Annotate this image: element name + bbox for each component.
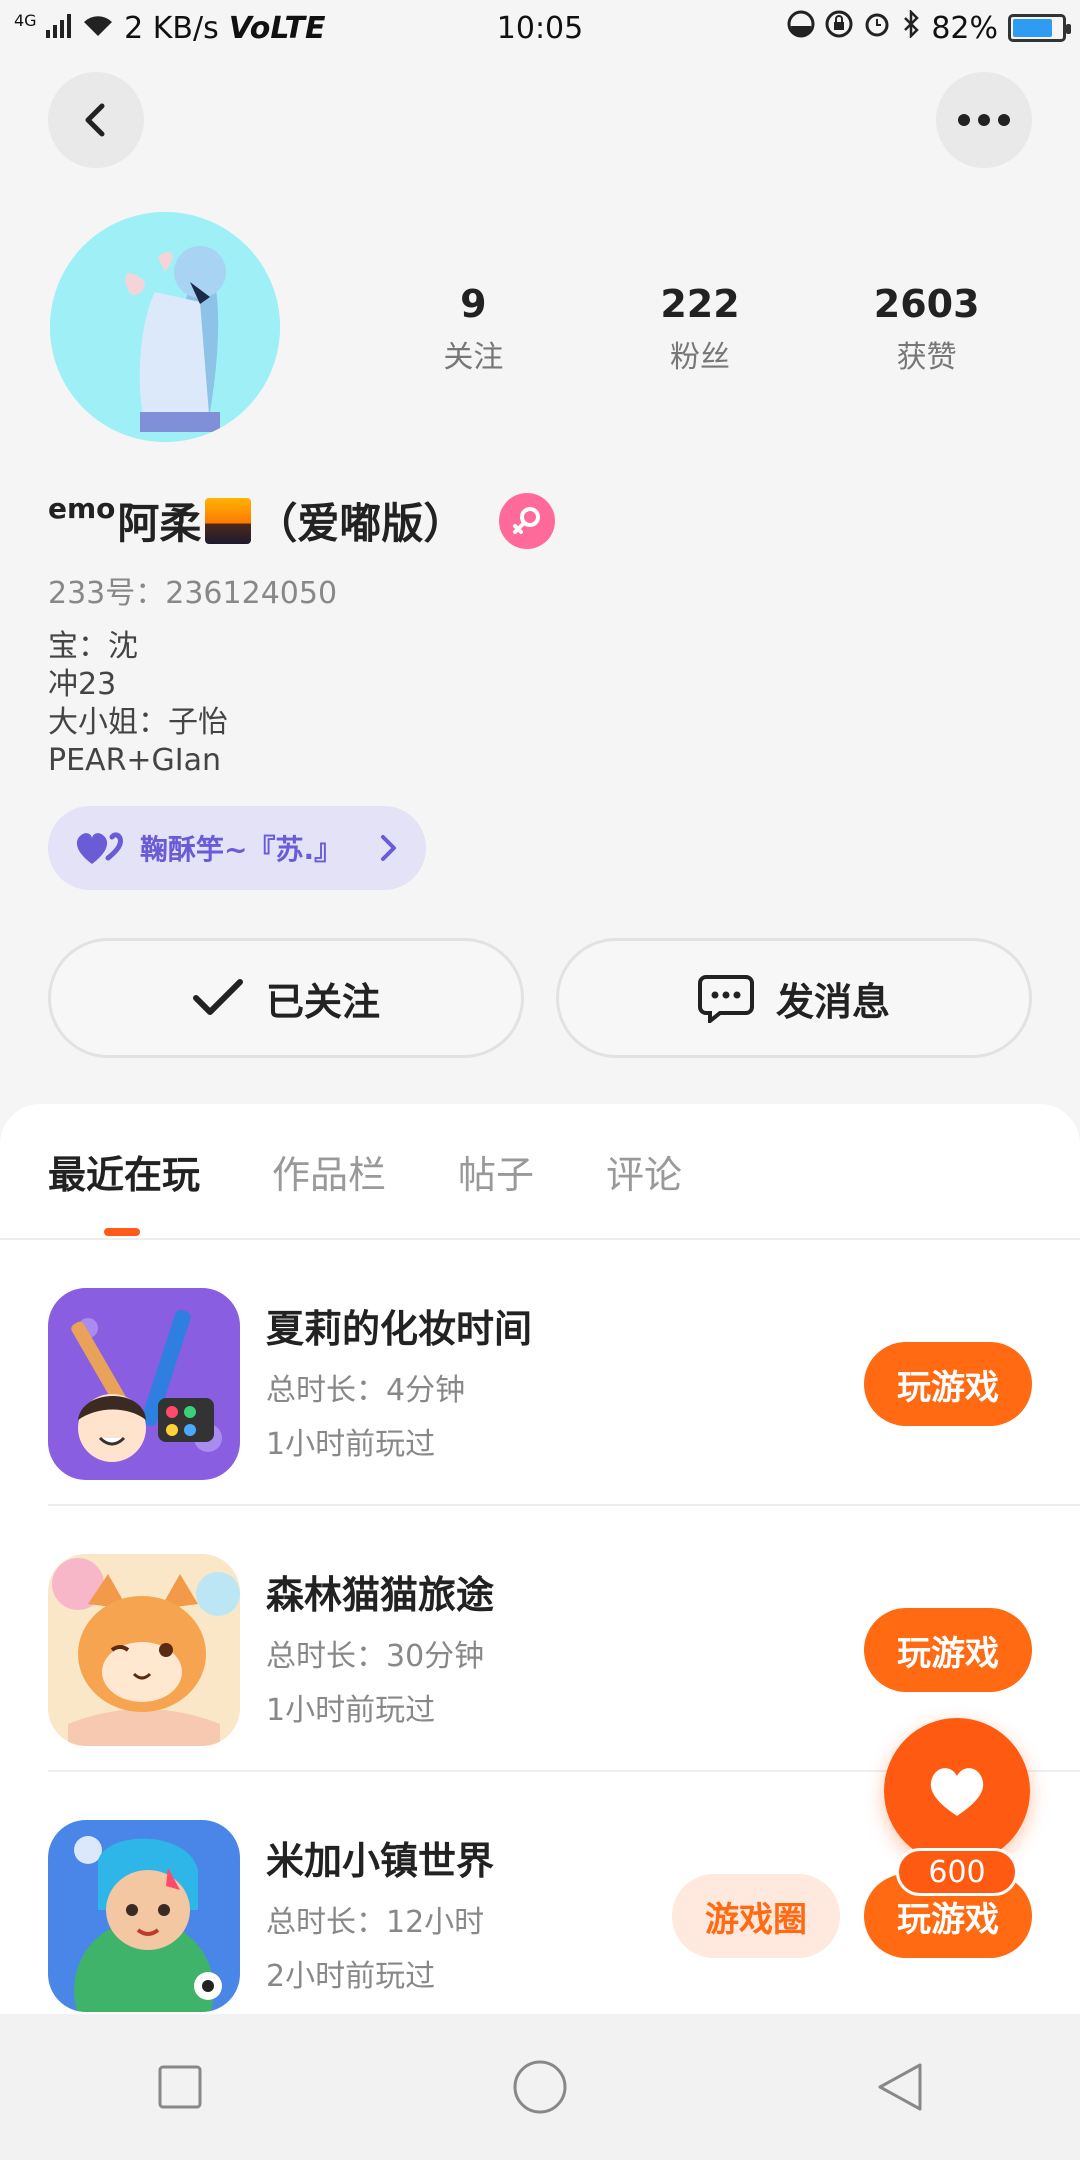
chevron-right-icon bbox=[381, 835, 396, 861]
tab-recently-played[interactable]: 最近在玩 bbox=[48, 1144, 200, 1199]
double-heart-icon bbox=[76, 832, 123, 864]
rotation-lock-icon bbox=[825, 10, 853, 46]
female-gender-icon bbox=[499, 492, 556, 549]
user-id: 233号：236124050 bbox=[48, 576, 338, 611]
nickname-main: 阿柔 bbox=[117, 499, 202, 548]
chevron-left-icon bbox=[85, 103, 105, 137]
like-fab-button[interactable] bbox=[884, 1718, 1030, 1864]
network-speed: 2 KB/s bbox=[124, 10, 219, 46]
game-icon-miga-town bbox=[48, 1820, 240, 2012]
followed-label: 已关注 bbox=[265, 979, 380, 1024]
stat-label: 获赞 bbox=[896, 340, 957, 375]
tab-posts[interactable]: 帖子 bbox=[458, 1144, 534, 1199]
stat-value: 222 bbox=[660, 282, 740, 326]
sunset-emoji-icon bbox=[205, 497, 252, 544]
game-icon-makeup bbox=[48, 1288, 240, 1480]
back-button[interactable] bbox=[48, 72, 144, 168]
profile-tabs: 最近在玩 作品栏 帖子 评论 bbox=[0, 1104, 1080, 1240]
cp-relation-chip[interactable]: 鞠酥竽~『苏.』 bbox=[48, 806, 426, 890]
chat-bubble-icon bbox=[697, 975, 754, 1023]
system-nav-bar bbox=[0, 2014, 1080, 2160]
bio-line: 冲23 bbox=[48, 667, 117, 702]
circle-icon bbox=[513, 2060, 567, 2114]
last-played: 2小时前玩过 bbox=[266, 1959, 436, 1994]
play-duration: 总时长：4分钟 bbox=[266, 1373, 466, 1408]
active-tab-indicator bbox=[104, 1228, 140, 1236]
chip-label: 鞠酥竽~『苏.』 bbox=[140, 833, 343, 866]
send-message-label: 发消息 bbox=[775, 979, 890, 1024]
play-game-button[interactable]: 玩游戏 bbox=[864, 1608, 1032, 1692]
alarm-icon bbox=[863, 10, 891, 46]
profile-stats: 9 关注 222 粉丝 2603 获赞 bbox=[360, 282, 1040, 376]
bio-line: 大小姐：子怡 bbox=[48, 705, 228, 740]
play-duration: 总时长：12小时 bbox=[266, 1905, 485, 1940]
heart-icon bbox=[930, 1768, 984, 1816]
stat-value: 9 bbox=[460, 282, 487, 326]
play-game-button[interactable]: 玩游戏 bbox=[864, 1342, 1032, 1426]
recents-button[interactable] bbox=[140, 2047, 220, 2127]
stat-likes[interactable]: 2603 获赞 bbox=[837, 282, 1017, 376]
bluetooth-icon bbox=[901, 8, 921, 46]
battery-icon bbox=[1008, 14, 1071, 42]
stat-followers[interactable]: 222 粉丝 bbox=[610, 282, 790, 376]
game-info: 米加小镇世界 总时长：12小时 2小时前玩过 bbox=[266, 1830, 494, 1995]
back-nav-button[interactable] bbox=[860, 2047, 940, 2127]
game-row[interactable]: 夏莉的化妆时间 总时长：4分钟 1小时前玩过 玩游戏 bbox=[48, 1240, 1080, 1506]
play-duration: 总时长：30分钟 bbox=[266, 1639, 485, 1674]
game-title: 森林猫猫旅途 bbox=[266, 1573, 495, 1617]
tab-comments[interactable]: 评论 bbox=[606, 1144, 682, 1199]
stat-following[interactable]: 9 关注 bbox=[383, 282, 563, 376]
check-icon bbox=[192, 979, 243, 1015]
status-bar: 4G 2 KB/s VoLTE 10:05 82% bbox=[0, 0, 1080, 56]
wifi-icon bbox=[82, 11, 114, 46]
followed-button[interactable]: 已关注 bbox=[48, 938, 524, 1058]
square-icon bbox=[158, 2065, 202, 2109]
nickname-prefix: emo bbox=[48, 492, 116, 525]
stat-label: 粉丝 bbox=[669, 340, 730, 375]
avatar-illustration bbox=[50, 212, 280, 442]
last-played: 1小时前玩过 bbox=[266, 1693, 436, 1728]
tab-works[interactable]: 作品栏 bbox=[272, 1144, 386, 1199]
signal-icon: 4G bbox=[14, 11, 72, 46]
game-circle-button[interactable]: 游戏圈 bbox=[672, 1874, 840, 1958]
like-count-badge: 600 bbox=[896, 1848, 1018, 1896]
nickname: emo 阿柔 （爱嘟版） bbox=[48, 490, 556, 551]
nickname-suffix: （爱嘟版） bbox=[255, 499, 466, 548]
game-info: 夏莉的化妆时间 总时长：4分钟 1小时前玩过 bbox=[266, 1298, 532, 1463]
more-dots-icon bbox=[958, 114, 1010, 126]
triangle-back-icon bbox=[878, 2063, 922, 2111]
more-options-button[interactable] bbox=[936, 72, 1032, 168]
game-title: 夏莉的化妆时间 bbox=[266, 1307, 533, 1351]
do-not-disturb-icon bbox=[787, 10, 815, 46]
stat-label: 关注 bbox=[443, 340, 504, 375]
battery-percent: 82% bbox=[931, 10, 998, 46]
bio-line: 宝：沈 bbox=[48, 629, 138, 664]
stat-value: 2603 bbox=[873, 282, 980, 326]
home-button[interactable] bbox=[500, 2047, 580, 2127]
bio-line: PEAR+GIan bbox=[48, 743, 222, 778]
game-info: 森林猫猫旅途 总时长：30分钟 1小时前玩过 bbox=[266, 1564, 494, 1729]
bio: 宝：沈 冲23 大小姐：子怡 PEAR+GIan bbox=[48, 628, 228, 780]
volte-label: VoLTE bbox=[228, 10, 326, 46]
send-message-button[interactable]: 发消息 bbox=[556, 938, 1032, 1058]
game-title: 米加小镇世界 bbox=[266, 1839, 495, 1883]
last-played: 1小时前玩过 bbox=[266, 1427, 436, 1462]
game-icon-forest-cat bbox=[48, 1554, 240, 1746]
avatar[interactable] bbox=[50, 212, 280, 442]
